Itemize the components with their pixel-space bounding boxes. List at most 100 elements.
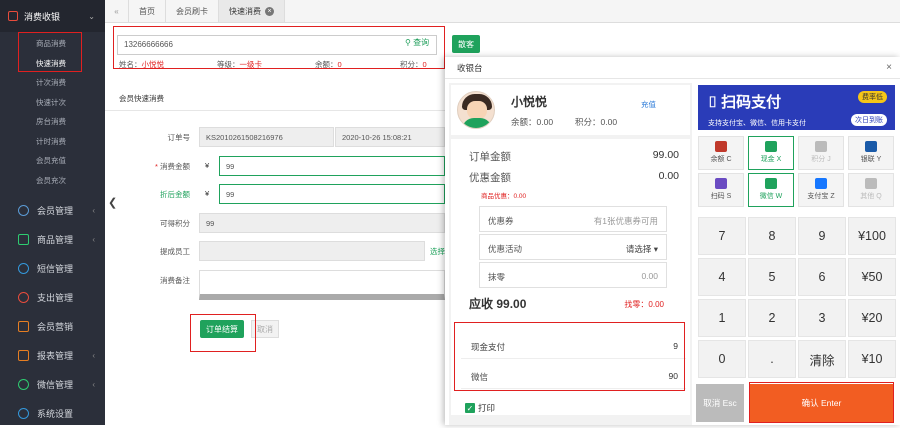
scan-pay-banner[interactable]: ⌷ 扫码支付 费率低 支持支付宝、微信、信用卡支付 次日到账 bbox=[698, 85, 895, 130]
discount-amount-label: 优惠金额 bbox=[469, 172, 511, 184]
pay-method-cash[interactable]: 现金 X bbox=[748, 136, 794, 170]
print-checkbox[interactable]: ✓ 打印 bbox=[465, 402, 495, 414]
tab-home[interactable]: 首页 bbox=[129, 0, 166, 22]
sidebar-item-settings[interactable]: 系统设置 bbox=[0, 399, 105, 428]
pay-method-points[interactable]: 积分 J bbox=[798, 136, 844, 170]
keypad-key[interactable]: 3 bbox=[798, 299, 846, 337]
activity-select[interactable]: 优惠活动 请选择 ▾ bbox=[479, 234, 667, 260]
staff-label: 提成员工 bbox=[160, 247, 190, 256]
unionpay-icon bbox=[865, 141, 877, 152]
change-value: 0.00 bbox=[648, 300, 664, 309]
pay-method-scan[interactable]: 扫码 S bbox=[698, 173, 744, 207]
keypad-key[interactable]: ¥50 bbox=[848, 258, 896, 296]
close-icon[interactable]: × bbox=[265, 6, 274, 16]
sidebar-subitem[interactable]: 会员充值 bbox=[0, 151, 105, 171]
change-label: 找零： bbox=[624, 300, 649, 309]
sidebar-subitem[interactable]: 计次消费 bbox=[0, 73, 105, 93]
sidebar-item-wechat[interactable]: 微信管理 ‹ bbox=[0, 370, 105, 399]
avatar bbox=[457, 91, 495, 129]
highlight-box bbox=[454, 322, 685, 391]
staff-field[interactable] bbox=[199, 241, 425, 261]
keypad-key[interactable]: ¥20 bbox=[848, 299, 896, 337]
keypad-key[interactable]: 6 bbox=[798, 258, 846, 296]
pay-method-alipay[interactable]: 支付宝 Z bbox=[798, 173, 844, 207]
sidebar-item-label: 支出管理 bbox=[37, 293, 74, 303]
order-number-field: KS2010261508216976 bbox=[199, 127, 334, 147]
staff-select-link[interactable]: 选择 bbox=[430, 246, 445, 257]
consume-row: 消费金额 ¥ 99 bbox=[105, 156, 445, 176]
recharge-link[interactable]: 充值 bbox=[641, 99, 656, 110]
sidebar-item-label: 系统设置 bbox=[37, 409, 74, 419]
consume-amount-input[interactable]: 99 bbox=[219, 156, 445, 176]
remark-label: 消费备注 bbox=[160, 276, 190, 285]
consume-label: 消费金额 bbox=[155, 161, 190, 172]
keypad-key[interactable]: 2 bbox=[748, 299, 796, 337]
order-amount-value: 99.00 bbox=[652, 149, 679, 161]
coupon-row[interactable]: 优惠券 有1张优惠券可用 bbox=[479, 206, 667, 232]
banner-tag-next-day: 次日到账 bbox=[851, 114, 887, 126]
alipay-icon bbox=[815, 178, 827, 189]
sidebar-item-label: 会员营销 bbox=[37, 322, 74, 332]
sidebar-header-cashier[interactable]: 消费收银 ⌄ bbox=[0, 0, 105, 32]
sidebar-subitem[interactable]: 计时消费 bbox=[0, 132, 105, 152]
sidebar-item-marketing[interactable]: 会员营销 bbox=[0, 312, 105, 341]
wechat-icon bbox=[18, 379, 29, 390]
chevron-left-icon[interactable]: ❮ bbox=[108, 196, 117, 209]
sidebar-subitem[interactable]: 快速计次 bbox=[0, 93, 105, 113]
caret-down-icon: ▾ bbox=[651, 244, 658, 254]
walk-in-button[interactable]: 散客 bbox=[452, 35, 480, 53]
keypad-key[interactable]: 5 bbox=[748, 258, 796, 296]
staff-row: 提成员工 选择 bbox=[105, 241, 445, 261]
pay-method-label: 余额 C bbox=[710, 156, 732, 163]
sidebar-item-label: 会员管理 bbox=[37, 206, 74, 216]
order-amount-label: 订单金额 bbox=[469, 151, 511, 163]
sidebar-item-expense[interactable]: 支出管理 bbox=[0, 283, 105, 312]
due-value: 99.00 bbox=[496, 297, 527, 311]
highlight-box bbox=[18, 32, 82, 72]
wallet-icon bbox=[715, 141, 727, 152]
order-amount-row: 订单金额 99.00 bbox=[469, 149, 679, 164]
keypad-key[interactable]: ¥10 bbox=[848, 340, 896, 378]
avatar-face bbox=[467, 101, 487, 119]
sidebar-item-sms[interactable]: 短信管理 bbox=[0, 254, 105, 283]
remark-textarea[interactable] bbox=[199, 270, 445, 300]
keypad-key[interactable]: 4 bbox=[698, 258, 746, 296]
collapse-icon[interactable]: « bbox=[105, 0, 129, 22]
sidebar-item-reports[interactable]: 报表管理 ‹ bbox=[0, 341, 105, 370]
keypad-key[interactable]: . bbox=[748, 340, 796, 378]
keypad-key[interactable]: 8 bbox=[748, 217, 796, 255]
keypad-key[interactable]: 清除 bbox=[798, 340, 846, 378]
keypad-key[interactable]: 7 bbox=[698, 217, 746, 255]
keypad-key[interactable]: 9 bbox=[798, 217, 846, 255]
pay-method-label: 现金 X bbox=[760, 156, 782, 163]
highlight-box bbox=[113, 26, 445, 69]
tab-member-card[interactable]: 会员刷卡 bbox=[166, 0, 219, 22]
sidebar-subitem[interactable]: 房台消费 bbox=[0, 112, 105, 132]
coupon-label: 优惠券 bbox=[488, 216, 514, 226]
pay-method-more[interactable]: 其他 Q bbox=[848, 173, 894, 207]
tab-quick-consume[interactable]: 快速消费 × bbox=[219, 0, 285, 22]
report-icon bbox=[18, 350, 29, 361]
keypad-key[interactable]: ¥100 bbox=[848, 217, 896, 255]
chevron-left-icon: ‹ bbox=[92, 206, 95, 215]
pay-method-wallet[interactable]: 余额 C bbox=[698, 136, 744, 170]
banner-tag: 费率低 bbox=[858, 91, 887, 103]
pay-method-wechat[interactable]: 微信 W bbox=[748, 173, 794, 207]
sidebar-item-member[interactable]: 会员管理 ‹ bbox=[0, 196, 105, 225]
discount-amount-input[interactable]: 99 bbox=[219, 184, 445, 204]
keypad-key[interactable]: 0 bbox=[698, 340, 746, 378]
goods-icon bbox=[18, 234, 29, 245]
cash-icon bbox=[765, 141, 777, 152]
pay-method-unionpay[interactable]: 银联 Y bbox=[848, 136, 894, 170]
order-row: 订单号 KS2010261508216976 2020-10-26 15:08:… bbox=[105, 127, 445, 147]
cashier-icon bbox=[8, 11, 18, 21]
activity-label: 优惠活动 bbox=[488, 244, 523, 254]
sidebar-item-goods[interactable]: 商品管理 ‹ bbox=[0, 225, 105, 254]
cancel-esc-button[interactable]: 取消 Esc bbox=[696, 384, 744, 422]
rounding-input[interactable]: 抹零 0.00 bbox=[479, 262, 667, 288]
keypad-key[interactable]: 1 bbox=[698, 299, 746, 337]
points-value: 0.00 bbox=[600, 117, 618, 127]
customer-points: 积分：0.00 bbox=[575, 116, 617, 128]
close-icon[interactable]: × bbox=[886, 62, 892, 73]
sidebar-subitem[interactable]: 会员充次 bbox=[0, 171, 105, 191]
